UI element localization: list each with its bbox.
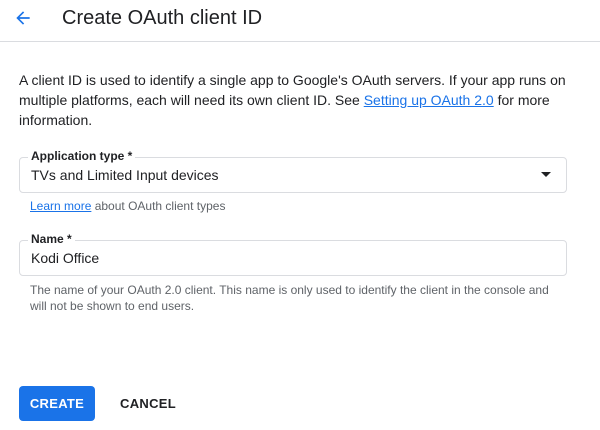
- application-type-value: TVs and Limited Input devices: [31, 167, 219, 183]
- application-type-helper: Learn more about OAuth client types: [30, 198, 225, 214]
- intro-text: A client ID is used to identify a single…: [19, 70, 589, 130]
- cancel-button[interactable]: CANCEL: [110, 386, 186, 421]
- dropdown-arrow-icon: [541, 172, 551, 177]
- arrow-back-icon: [16, 11, 30, 25]
- back-button[interactable]: [6, 3, 40, 33]
- name-helper-text: The name of your OAuth 2.0 client. This …: [30, 283, 549, 313]
- name-label: Name *: [28, 231, 75, 247]
- application-type-label: Application type *: [28, 148, 136, 164]
- application-type-helper-text: about OAuth client types: [91, 199, 226, 213]
- name-input-value[interactable]: Kodi Office: [31, 250, 99, 267]
- learn-more-link[interactable]: Learn more: [30, 199, 91, 213]
- create-button[interactable]: CREATE: [19, 386, 95, 421]
- name-field[interactable]: Name * Kodi Office: [19, 231, 567, 276]
- page-title: Create OAuth client ID: [62, 7, 263, 29]
- page-header: Create OAuth client ID: [0, 0, 600, 42]
- setting-up-oauth-link[interactable]: Setting up OAuth 2.0: [364, 92, 494, 108]
- application-type-select[interactable]: Application type * TVs and Limited Input…: [19, 148, 567, 193]
